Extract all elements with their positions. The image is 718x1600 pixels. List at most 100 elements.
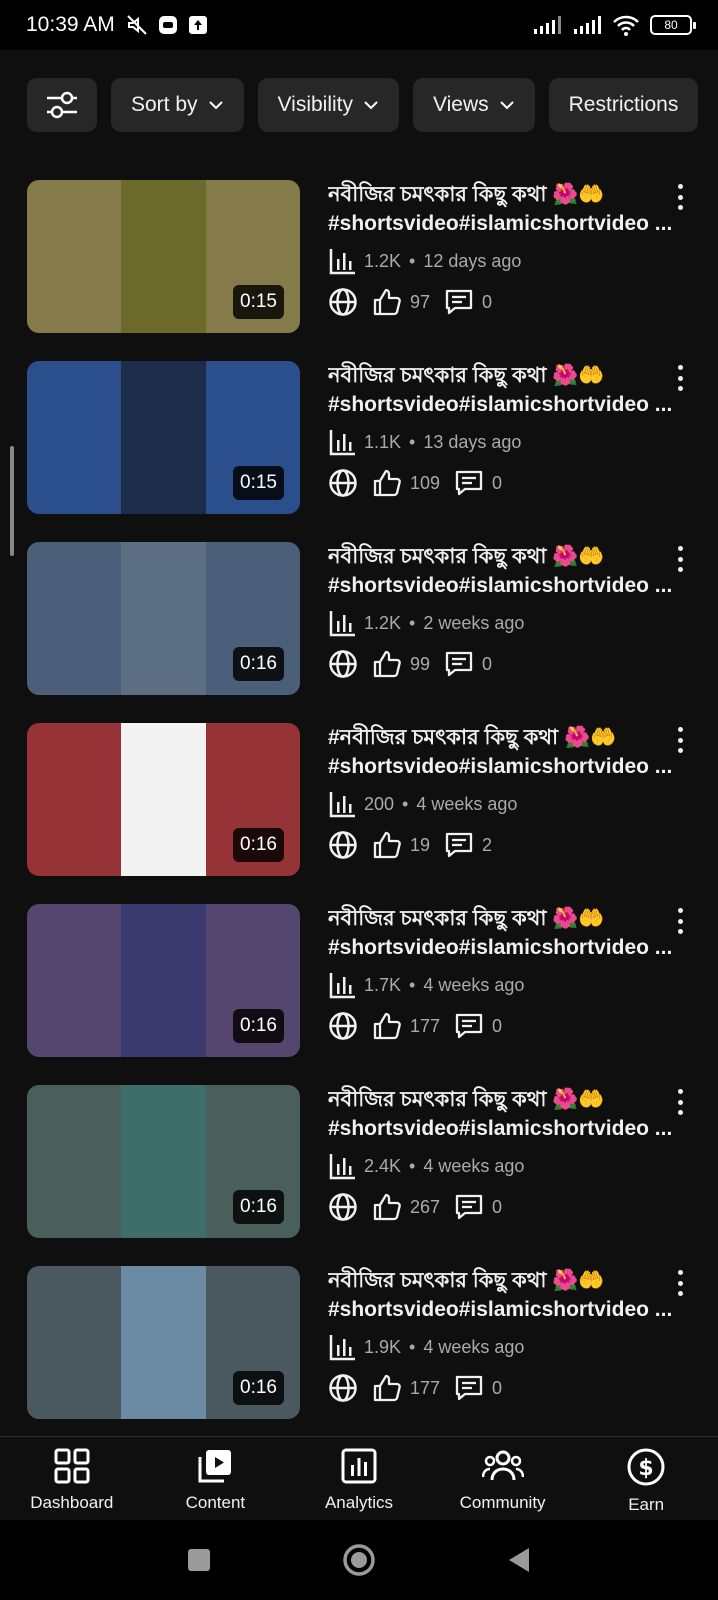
- video-thumbnail[interactable]: 0:16: [27, 904, 300, 1057]
- video-stats: 200 • 4 weeks ago: [328, 790, 688, 818]
- more-options-icon[interactable]: [675, 1089, 685, 1115]
- video-info: নবীজির চমৎকার কিছু কথা 🌺🤲 #shortsvideo#i…: [328, 904, 688, 1041]
- video-row[interactable]: 0:16 #নবীজির চমৎকার কিছু কথা 🌺🤲 #shortsv…: [27, 723, 707, 904]
- video-metrics: 19 2: [328, 830, 688, 860]
- video-row[interactable]: 0:16 নবীজির চমৎকার কিছু কথা 🌺🤲 #shortsvi…: [27, 1266, 707, 1447]
- separator-dot: •: [409, 1155, 416, 1176]
- like-group: [372, 830, 402, 860]
- globe-icon: [329, 1012, 357, 1040]
- comment-icon: [455, 1013, 483, 1039]
- visibility-public: [328, 1011, 358, 1041]
- video-title[interactable]: নবীজির চমৎকার কিছু কথা 🌺🤲: [328, 361, 688, 390]
- video-thumbnail[interactable]: 0:15: [27, 180, 300, 333]
- comment-icon: [445, 832, 473, 858]
- sort-by-label: Sort by: [131, 93, 198, 116]
- video-thumbnail[interactable]: 0:16: [27, 542, 300, 695]
- nav-content-label: Content: [185, 1493, 246, 1512]
- nav-content[interactable]: Content: [144, 1437, 288, 1520]
- video-thumbnail[interactable]: 0:16: [27, 1085, 300, 1238]
- video-info: নবীজির চমৎকার কিছু কথা 🌺🤲 #shortsvideo#i…: [328, 1266, 688, 1403]
- nav-analytics[interactable]: Analytics: [287, 1437, 431, 1520]
- thumbnail-image: [121, 542, 206, 695]
- video-title[interactable]: নবীজির চমৎকার কিছু কথা 🌺🤲: [328, 542, 688, 571]
- like-group: [372, 1373, 402, 1403]
- upload-icon: [188, 16, 207, 34]
- recents-icon[interactable]: [185, 1546, 213, 1574]
- video-row[interactable]: 0:16 নবীজির চমৎকার কিছু কথা 🌺🤲 #shortsvi…: [27, 542, 707, 723]
- more-options-icon[interactable]: [675, 908, 685, 934]
- video-title[interactable]: নবীজির চমৎকার কিছু কথা 🌺🤲: [328, 904, 688, 933]
- nav-earn[interactable]: $ Earn: [574, 1437, 718, 1520]
- views-chip[interactable]: Views: [413, 78, 535, 132]
- comment-count: 0: [492, 472, 503, 493]
- back-icon[interactable]: [505, 1545, 533, 1575]
- thumbs-up-icon: [373, 469, 401, 497]
- thumbs-up-icon: [373, 288, 401, 316]
- restrictions-chip[interactable]: Restrictions: [548, 78, 699, 132]
- nav-community[interactable]: Community: [431, 1437, 575, 1520]
- visibility-chip[interactable]: Visibility: [257, 78, 399, 132]
- video-title[interactable]: নবীজির চমৎকার কিছু কথা 🌺🤲: [328, 1085, 688, 1114]
- video-hashtags[interactable]: #shortsvideo#islamicshortvideo ...: [328, 752, 688, 781]
- video-hashtags[interactable]: #shortsvideo#islamicshortvideo ...: [328, 1295, 688, 1324]
- comment-count: 0: [492, 1377, 503, 1398]
- mute-icon: [127, 15, 147, 35]
- video-row[interactable]: 0:15 নবীজির চমৎকার কিছু কথা 🌺🤲 #shortsvi…: [27, 180, 707, 361]
- comment-count: 0: [482, 653, 493, 674]
- video-row[interactable]: 0:15 নবীজির চমৎকার কিছু কথা 🌺🤲 #shortsvi…: [27, 361, 707, 542]
- sort-by-chip[interactable]: Sort by: [111, 78, 244, 132]
- more-options-icon[interactable]: [675, 1270, 685, 1296]
- video-title[interactable]: নবীজির চমৎকার কিছু কথা 🌺🤲: [328, 1266, 688, 1295]
- scrollbar[interactable]: [10, 446, 14, 556]
- video-hashtags[interactable]: #shortsvideo#islamicshortvideo ...: [328, 571, 688, 600]
- video-thumbnail[interactable]: 0:16: [27, 723, 300, 876]
- filter-chips: Sort by Visibility Views Restrictions: [27, 78, 699, 132]
- thumbs-up-icon: [373, 1193, 401, 1221]
- video-hashtags[interactable]: #shortsvideo#islamicshortvideo ...: [328, 933, 688, 962]
- video-title[interactable]: নবীজির চমৎকার কিছু কথা 🌺🤲: [328, 180, 688, 209]
- nav-community-label: Community: [459, 1493, 546, 1512]
- nav-dashboard[interactable]: Dashboard: [0, 1437, 144, 1520]
- comment-icon: [445, 651, 473, 677]
- more-options-icon[interactable]: [675, 727, 685, 753]
- video-hashtags[interactable]: #shortsvideo#islamicshortvideo ...: [328, 390, 688, 419]
- filter-sliders-icon: [47, 91, 77, 119]
- video-row[interactable]: 0:16 নবীজির চমৎকার কিছু কথা 🌺🤲 #shortsvi…: [27, 904, 707, 1085]
- video-row[interactable]: 0:16 নবীজির চমৎকার কিছু কথা 🌺🤲 #shortsvi…: [27, 1085, 707, 1266]
- bar-chart-icon: [329, 973, 355, 999]
- filter-button[interactable]: [27, 78, 97, 132]
- chevron-down-icon: [208, 101, 223, 110]
- app-notification-icon: [158, 16, 177, 34]
- battery-icon: 80: [650, 15, 696, 35]
- video-metrics: 177 0: [328, 1373, 688, 1403]
- video-stats: 2.4K • 4 weeks ago: [328, 1152, 688, 1180]
- home-icon[interactable]: [342, 1543, 376, 1577]
- video-thumbnail[interactable]: 0:15: [27, 361, 300, 514]
- more-options-icon[interactable]: [675, 365, 685, 391]
- chevron-down-icon: [499, 101, 514, 110]
- upload-age: 13 days ago: [423, 431, 522, 452]
- visibility-public: [328, 830, 358, 860]
- upload-age: 4 weeks ago: [423, 1336, 525, 1357]
- thumbs-up-icon: [373, 831, 401, 859]
- more-options-icon[interactable]: [675, 184, 685, 210]
- comment-count: 2: [482, 834, 493, 855]
- video-info: নবীজির চমৎকার কিছু কথা 🌺🤲 #shortsvideo#i…: [328, 542, 688, 679]
- thumbs-up-icon: [373, 1012, 401, 1040]
- thumbnail-image: [121, 180, 206, 333]
- video-hashtags[interactable]: #shortsvideo#islamicshortvideo ...: [328, 1114, 688, 1143]
- video-title[interactable]: #নবীজির চমৎকার কিছু কথা 🌺🤲: [328, 723, 688, 752]
- comment-icon: [455, 1194, 483, 1220]
- video-thumbnail[interactable]: 0:16: [27, 1266, 300, 1419]
- nav-dashboard-label: Dashboard: [30, 1493, 114, 1512]
- video-hashtags[interactable]: #shortsvideo#islamicshortvideo ...: [328, 209, 688, 238]
- more-options-icon[interactable]: [675, 546, 685, 572]
- video-info: #নবীজির চমৎকার কিছু কথা 🌺🤲 #shortsvideo#…: [328, 723, 688, 860]
- upload-age: 4 weeks ago: [423, 1155, 525, 1176]
- chevron-down-icon: [364, 101, 378, 110]
- upload-age: 4 weeks ago: [416, 793, 518, 814]
- like-group: [372, 468, 402, 498]
- video-stats: 1.7K • 4 weeks ago: [328, 971, 688, 999]
- comment-count: 0: [482, 291, 493, 312]
- like-count: 109: [410, 472, 441, 493]
